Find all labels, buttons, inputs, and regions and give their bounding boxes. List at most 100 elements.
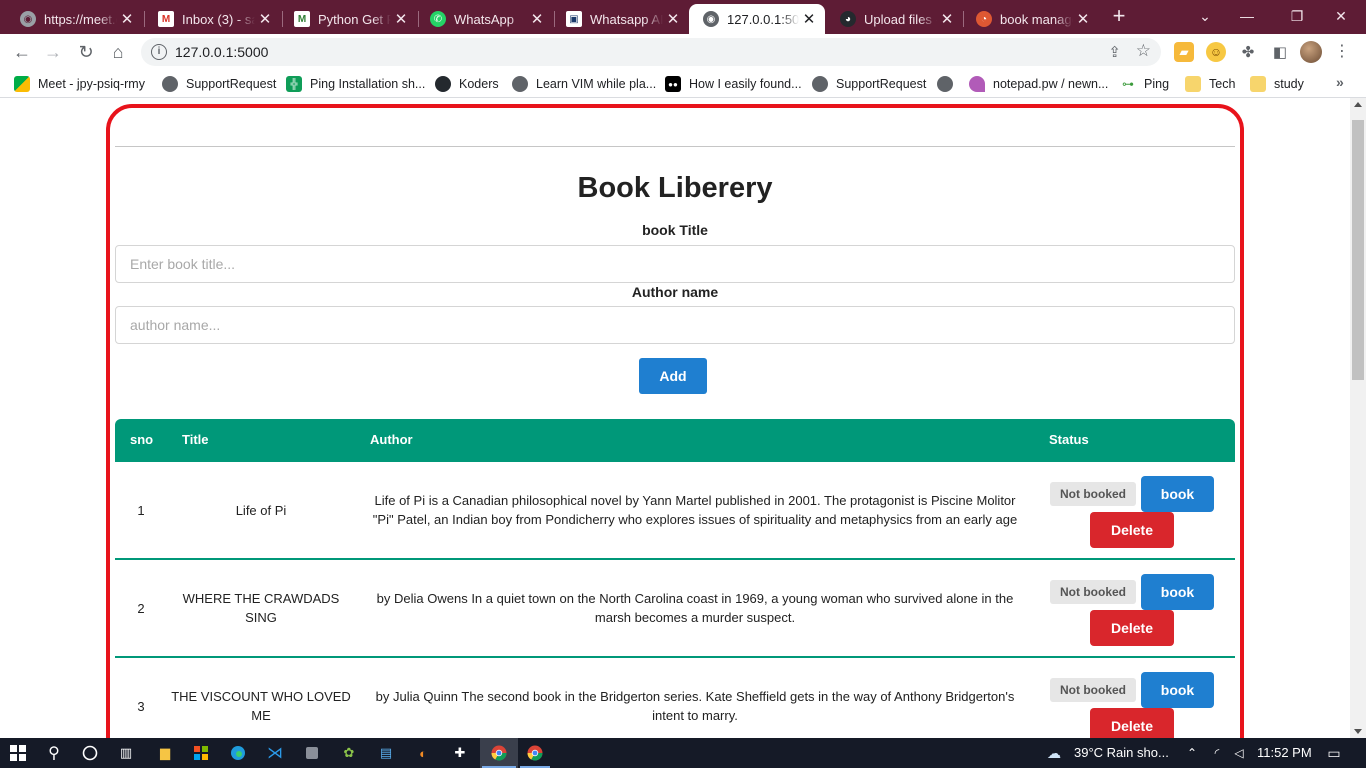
show-hidden-icons-icon[interactable]: ⌃: [1182, 743, 1202, 763]
vscode-icon[interactable]: ⋊: [265, 743, 285, 763]
close-tab-icon[interactable]: ✕: [117, 10, 137, 28]
bookmark-how-i-easily[interactable]: ●● How I easily found...: [665, 75, 802, 93]
github-icon: ◕: [840, 11, 856, 27]
extensions-puzzle-icon[interactable]: ✤: [1238, 42, 1258, 62]
app-icon[interactable]: ✚: [450, 743, 470, 763]
folder-extension-icon[interactable]: ▰: [1174, 42, 1194, 62]
close-tab-icon[interactable]: ✕: [1073, 10, 1093, 28]
windows-start-icon[interactable]: [8, 743, 28, 763]
tab-github-upload[interactable]: ◕ Upload files - ✕: [826, 4, 963, 34]
delete-button[interactable]: Delete: [1090, 610, 1174, 646]
duckduckgo-icon: ◔: [976, 11, 992, 27]
tab-python[interactable]: M Python Get Fi ✕: [280, 4, 417, 34]
bookmark-folder-tech[interactable]: Tech: [1185, 75, 1235, 93]
search-icon[interactable]: ⚲: [44, 743, 64, 763]
bookmark-ping[interactable]: ⊶ Ping: [1120, 75, 1169, 93]
book-button[interactable]: book: [1141, 672, 1214, 708]
bookmark-learn-vim[interactable]: Learn VIM while pla...: [512, 75, 656, 93]
file-explorer-icon[interactable]: ▆: [155, 743, 175, 763]
weather-text[interactable]: 39°C Rain sho...: [1074, 745, 1169, 760]
app-icon[interactable]: ▤: [376, 743, 396, 763]
close-tab-icon[interactable]: ✕: [527, 10, 547, 28]
app-icon[interactable]: ◐: [413, 743, 433, 763]
tab-whatsapp[interactable]: ✆ WhatsApp ✕: [416, 4, 553, 34]
bookmark-supportrequest-2[interactable]: SupportRequest: [812, 75, 926, 93]
delete-button[interactable]: Delete: [1090, 512, 1174, 548]
browser-tab-strip: ◉ https://meet.g ✕ M Inbox (3) - sa ✕ M …: [0, 0, 1366, 34]
delete-button[interactable]: Delete: [1090, 708, 1174, 738]
scroll-down-icon[interactable]: [1354, 729, 1362, 734]
add-book-button[interactable]: Add: [639, 358, 707, 394]
volume-icon[interactable]: ◁: [1229, 743, 1249, 763]
tab-gmail[interactable]: M Inbox (3) - sa ✕: [144, 4, 281, 34]
cortana-icon[interactable]: [80, 743, 100, 763]
book-button[interactable]: book: [1141, 476, 1214, 512]
page-scrollbar[interactable]: [1350, 98, 1366, 738]
row-title: Life of Pi: [235, 502, 287, 518]
weather-cloud-icon[interactable]: ☁: [1042, 743, 1066, 763]
profile-avatar[interactable]: [1300, 41, 1322, 63]
app-icon[interactable]: ✿: [339, 743, 359, 763]
author-name-input[interactable]: [115, 306, 1235, 344]
bookmark-ping-installation[interactable]: ╬ Ping Installation sh...: [286, 75, 425, 93]
bookmark-label: SupportRequest: [186, 77, 277, 91]
book-button[interactable]: book: [1141, 574, 1214, 610]
row-title: WHERE THE CRAWDADS SING: [182, 591, 340, 625]
table-header: sno Title Author Status: [115, 419, 1235, 462]
tab-title: Python Get Fi: [318, 11, 391, 27]
header-status: Status: [1049, 432, 1089, 447]
scrollbar-thumb[interactable]: [1352, 120, 1364, 380]
close-window-icon[interactable]: ✕: [1316, 0, 1366, 34]
close-tab-icon[interactable]: ✕: [799, 10, 819, 28]
minimize-icon[interactable]: —: [1222, 0, 1272, 34]
folder-icon: [1250, 76, 1266, 92]
chrome-icon[interactable]: [525, 743, 545, 763]
bookmark-label: How I easily found...: [689, 77, 802, 91]
close-tab-icon[interactable]: ✕: [937, 10, 957, 28]
store-icon[interactable]: [191, 743, 211, 763]
row-sno: 1: [137, 502, 145, 518]
bookmark-unnamed[interactable]: [937, 75, 961, 93]
site-info-icon[interactable]: i: [151, 44, 167, 60]
bookmark-supportrequest[interactable]: SupportRequest: [162, 75, 276, 93]
bookmark-meet[interactable]: Meet - jpy-psiq-rmy: [14, 75, 145, 93]
home-icon[interactable]: ⌂: [106, 40, 130, 64]
task-view-icon[interactable]: ▥: [116, 743, 136, 763]
scroll-up-icon[interactable]: [1354, 102, 1362, 107]
bookmark-folder-study[interactable]: study: [1250, 75, 1304, 93]
more-bookmarks-icon[interactable]: »: [1336, 74, 1344, 90]
clock-time[interactable]: 11:52 PM: [1257, 745, 1312, 760]
bookmark-notepad[interactable]: notepad.pw / newn...: [969, 75, 1108, 93]
side-panel-icon[interactable]: ◧: [1270, 42, 1290, 62]
forward-icon[interactable]: →: [41, 40, 65, 64]
more-menu-icon[interactable]: ⋮: [1334, 42, 1350, 62]
address-bar[interactable]: i 127.0.0.1:5000 ⇪ ☆: [141, 38, 1161, 66]
bookmark-koders[interactable]: Koders: [435, 75, 499, 93]
row-sno: 2: [137, 600, 145, 616]
app-icon[interactable]: [302, 743, 322, 763]
tab-book-manage[interactable]: ◔ book manage ✕: [962, 4, 1099, 34]
new-tab-icon[interactable]: +: [1108, 5, 1130, 28]
row-author: by Delia Owens In a quiet town on the No…: [376, 591, 1014, 625]
restore-icon[interactable]: ❐: [1272, 0, 1322, 34]
tab-whatsapp-api[interactable]: ▣ Whatsapp API ✕: [552, 4, 689, 34]
row-author: Life of Pi is a Canadian philosophical n…: [372, 493, 1018, 527]
back-icon[interactable]: ←: [10, 40, 34, 64]
close-tab-icon[interactable]: ✕: [663, 10, 683, 28]
tab-meet[interactable]: ◉ https://meet.g ✕: [6, 4, 143, 34]
top-divider: [115, 146, 1235, 147]
meet-icon: [14, 76, 30, 92]
bookmark-star-icon[interactable]: ☆: [1136, 41, 1151, 61]
tab-localhost[interactable]: ◉ 127.0.0.1:5000 ✕: [689, 4, 825, 34]
bookmark-label: study: [1274, 77, 1304, 91]
notifications-icon[interactable]: ▭: [1324, 743, 1344, 763]
wifi-icon[interactable]: ◜: [1207, 743, 1227, 763]
close-tab-icon[interactable]: ✕: [391, 10, 411, 28]
chrome-icon[interactable]: [489, 743, 509, 763]
close-tab-icon[interactable]: ✕: [255, 10, 275, 28]
edge-icon[interactable]: [228, 743, 248, 763]
share-icon[interactable]: ⇪: [1108, 43, 1121, 61]
emoji-extension-icon[interactable]: ☺: [1206, 42, 1226, 62]
book-title-input[interactable]: [115, 245, 1235, 283]
reload-icon[interactable]: ↻: [74, 40, 98, 64]
